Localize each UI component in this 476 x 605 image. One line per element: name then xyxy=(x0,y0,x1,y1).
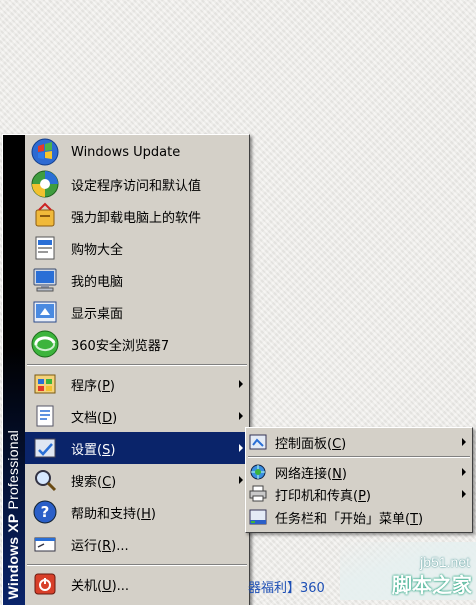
menu-separator xyxy=(27,364,247,366)
submenu-item-label: 打印机和传真(P) xyxy=(275,488,371,504)
submenu-arrow-icon xyxy=(239,476,243,484)
network-icon xyxy=(249,463,267,481)
documents-icon xyxy=(29,400,61,432)
banner-text: Windows XP Professional xyxy=(5,430,21,599)
settings-submenu: 控制面板(C) 网络连接(N) 打印机和传真(P) 任务栏和「开始」菜单(T) xyxy=(245,427,473,533)
my-computer-icon xyxy=(29,264,61,296)
menu-item-browser-360[interactable]: 360安全浏览器7 xyxy=(25,328,249,360)
taskbar-icon xyxy=(249,508,267,526)
printer-icon xyxy=(249,485,267,503)
search-icon xyxy=(29,464,61,496)
menu-separator xyxy=(27,564,247,566)
shutdown-icon xyxy=(29,568,61,600)
menu-item-label: 我的电脑 xyxy=(71,274,124,290)
menu-item-label: 运行(R)... xyxy=(71,538,129,554)
submenu-arrow-icon xyxy=(462,490,466,498)
menu-item-help[interactable]: ? 帮助和支持(H) xyxy=(25,496,249,528)
submenu-item-taskbar[interactable]: 任务栏和「开始」菜单(T) xyxy=(246,506,472,528)
banner-edition: Professional xyxy=(5,429,21,510)
submenu-item-label: 控制面板(C) xyxy=(275,436,347,452)
run-icon xyxy=(29,528,61,560)
uninstall-icon xyxy=(29,200,61,232)
banner-brand: Windows XP xyxy=(5,513,21,599)
control-panel-icon xyxy=(249,433,267,451)
watermark-url: jb51.net xyxy=(420,554,470,570)
programs-icon xyxy=(29,368,61,400)
submenu-item-label: 任务栏和「开始」菜单(T) xyxy=(275,511,424,527)
program-access-icon xyxy=(29,168,61,200)
menu-item-uninstall[interactable]: 强力卸载电脑上的软件 xyxy=(25,200,249,232)
settings-icon xyxy=(29,432,61,464)
svg-text:?: ? xyxy=(41,503,50,521)
menu-item-label: 搜索(C) xyxy=(71,474,117,490)
menu-item-show-desktop[interactable]: 显示桌面 xyxy=(25,296,249,328)
menu-item-label: 程序(P) xyxy=(71,378,115,394)
shopping-icon xyxy=(29,232,61,264)
show-desktop-icon xyxy=(29,296,61,328)
menu-item-shutdown[interactable]: 关机(U)... xyxy=(25,568,249,600)
submenu-arrow-icon xyxy=(239,412,243,420)
menu-item-my-computer[interactable]: 我的电脑 xyxy=(25,264,249,296)
submenu-arrow-icon xyxy=(462,438,466,446)
submenu-arrow-icon xyxy=(239,444,243,452)
menu-item-settings[interactable]: 设置(S) xyxy=(25,432,249,464)
start-menu-banner: Windows XP Professional xyxy=(3,135,25,605)
menu-item-label: 关机(U)... xyxy=(71,578,130,594)
watermark-name: 脚本之家 xyxy=(392,573,472,597)
help-icon: ? xyxy=(29,496,61,528)
menu-item-label: 购物大全 xyxy=(71,242,124,258)
submenu-arrow-icon xyxy=(239,380,243,388)
menu-item-label: 设置(S) xyxy=(71,442,116,458)
submenu-item-printers[interactable]: 打印机和传真(P) xyxy=(246,483,472,505)
menu-item-programs[interactable]: 程序(P) xyxy=(25,368,249,400)
browser-360-icon xyxy=(29,328,61,360)
submenu-arrow-icon xyxy=(462,468,466,476)
site-watermark: jb51.net 脚本之家 xyxy=(340,542,476,600)
menu-item-program-access[interactable]: 设定程序访问和默认值 xyxy=(25,168,249,200)
windows-update-icon xyxy=(29,136,61,168)
menu-item-label: 360安全浏览器7 xyxy=(71,338,170,354)
menu-item-label: Windows Update xyxy=(71,144,181,160)
submenu-item-label: 网络连接(N) xyxy=(275,466,347,482)
start-menu: Windows XP Professional Windows Update 设… xyxy=(2,134,250,605)
start-menu-list: Windows Update 设定程序访问和默认值 强力卸载电脑上的软件 购物大… xyxy=(25,135,249,605)
menu-item-search[interactable]: 搜索(C) xyxy=(25,464,249,496)
menu-item-windows-update[interactable]: Windows Update xyxy=(25,136,249,168)
menu-separator xyxy=(248,456,470,458)
menu-item-run[interactable]: 运行(R)... xyxy=(25,528,249,560)
menu-item-label: 强力卸载电脑上的软件 xyxy=(71,210,202,226)
menu-item-label: 设定程序访问和默认值 xyxy=(71,178,202,194)
menu-item-label: 帮助和支持(H) xyxy=(71,506,156,522)
menu-item-label: 显示桌面 xyxy=(71,306,124,322)
menu-item-shopping[interactable]: 购物大全 xyxy=(25,232,249,264)
submenu-item-network[interactable]: 网络连接(N) xyxy=(246,461,472,483)
menu-item-documents[interactable]: 文档(D) xyxy=(25,400,249,432)
menu-item-label: 文档(D) xyxy=(71,410,118,426)
submenu-item-control-panel[interactable]: 控制面板(C) xyxy=(246,431,472,453)
